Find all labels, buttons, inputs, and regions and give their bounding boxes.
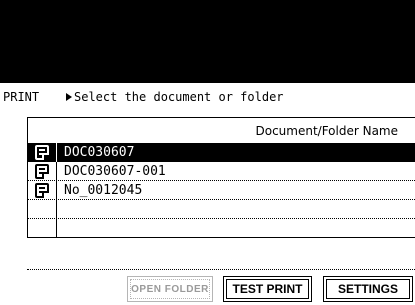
document-icon (35, 164, 49, 179)
instruction-text: Select the document or folder (74, 90, 284, 104)
icon-cell (28, 162, 57, 181)
document-name: No_0012045 (64, 183, 143, 198)
divider (27, 269, 415, 270)
settings-button[interactable]: SETTINGS (323, 276, 413, 302)
pointer-arrow-icon (66, 93, 72, 101)
document-icon (35, 183, 49, 198)
icon-cell (28, 219, 57, 238)
open-folder-button[interactable]: OPEN FOLDER (127, 276, 213, 302)
column-header: Document/Folder Name (27, 117, 415, 143)
list-item[interactable] (27, 200, 415, 219)
column-header-label: Document/Folder Name (255, 124, 398, 138)
test-print-button[interactable]: TEST PRINT (223, 276, 312, 302)
display-top-bar (0, 0, 415, 83)
list-item[interactable] (27, 219, 415, 238)
list-item[interactable]: DOC030607 (27, 143, 415, 162)
document-name: DOC030607 (64, 145, 135, 160)
document-list-panel: Document/Folder Name DOC030607 DOC030607… (27, 117, 415, 261)
icon-cell (28, 200, 57, 219)
mode-label: PRINT (3, 90, 40, 104)
document-icon (35, 145, 49, 160)
document-name: DOC030607-001 (64, 164, 166, 179)
document-list: DOC030607 DOC030607-001 No_0012045 (27, 143, 415, 238)
icon-cell (28, 181, 57, 200)
list-item[interactable]: No_0012045 (27, 181, 415, 200)
list-item[interactable]: DOC030607-001 (27, 162, 415, 181)
icon-cell (28, 143, 57, 162)
